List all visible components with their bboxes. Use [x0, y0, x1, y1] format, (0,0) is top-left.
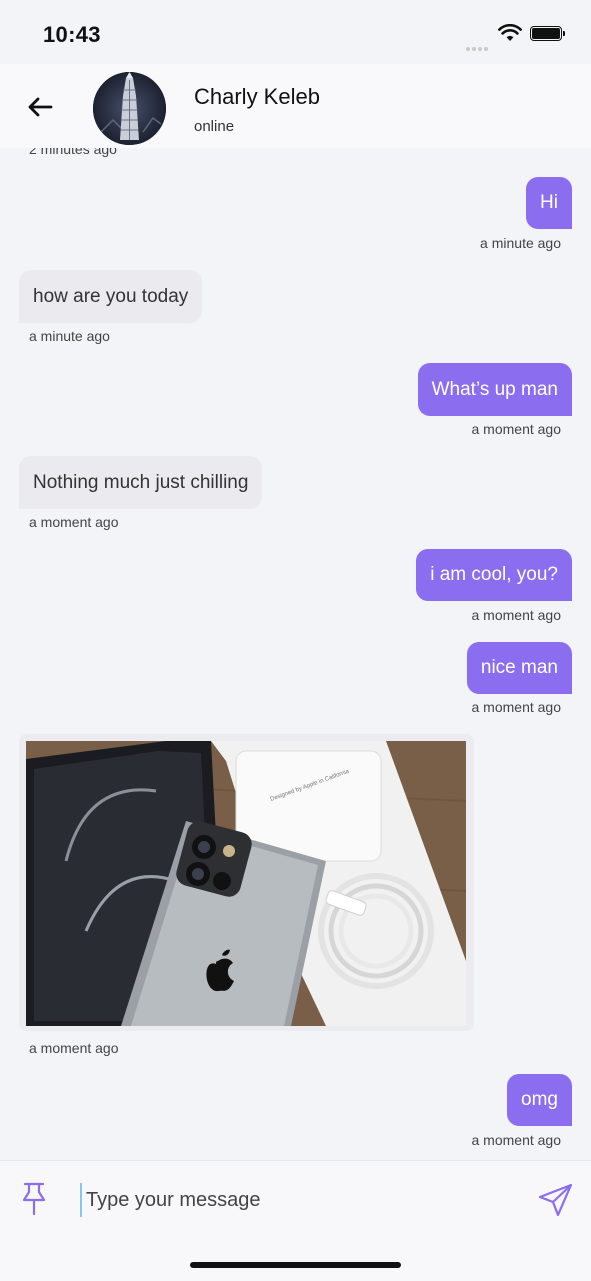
message-time: a minute ago	[480, 235, 561, 251]
chat-header: Charly Keleb online	[0, 64, 591, 148]
message-time: a moment ago	[471, 607, 562, 623]
message-time: a minute ago	[29, 328, 110, 344]
incoming-message[interactable]: how are you today	[19, 270, 203, 323]
outgoing-message[interactable]: nice man	[466, 642, 572, 694]
send-icon[interactable]	[538, 1183, 574, 1217]
outgoing-message[interactable]: i am cool, you?	[416, 549, 572, 601]
battery-icon	[530, 26, 565, 41]
status-time: 10:43	[43, 22, 101, 47]
message-time: 2 minutes ago	[29, 148, 117, 157]
message-time: a moment ago	[471, 1132, 562, 1148]
image-message[interactable]: Designed by Apple in California	[19, 734, 474, 1031]
phone-photo[interactable]: Designed by Apple in California	[26, 741, 466, 1026]
outgoing-message[interactable]: Hi	[526, 177, 572, 229]
message-time: a moment ago	[471, 421, 562, 437]
incoming-message[interactable]: Nothing much just chilling	[19, 456, 263, 509]
pin-icon[interactable]	[20, 1181, 48, 1217]
arrow-left-icon[interactable]	[24, 91, 56, 123]
signal-icon	[466, 38, 490, 56]
message-input[interactable]	[80, 1183, 506, 1217]
message-time: a moment ago	[29, 1040, 119, 1056]
outgoing-message[interactable]: What’s up man	[417, 363, 572, 416]
contact-status: online	[194, 118, 235, 135]
outgoing-message[interactable]: omg	[507, 1074, 572, 1126]
contact-name[interactable]: Charly Keleb	[194, 84, 320, 110]
wifi-icon	[498, 24, 522, 41]
message-list[interactable]: 2 minutes ago Hi a minute ago how are yo…	[0, 148, 591, 1160]
message-time: a moment ago	[29, 514, 119, 530]
home-indicator	[190, 1262, 401, 1268]
avatar[interactable]	[93, 72, 166, 145]
message-composer	[0, 1160, 591, 1281]
message-time: a moment ago	[471, 699, 562, 715]
status-bar: 10:43	[0, 0, 591, 64]
